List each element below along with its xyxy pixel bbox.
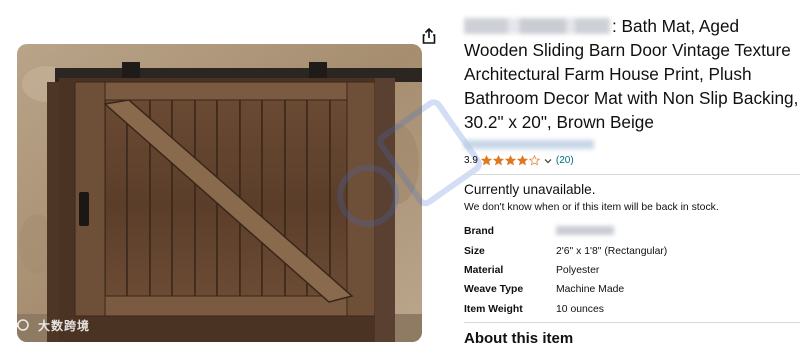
star-icon [516, 155, 528, 166]
spec-value: Polyester [556, 264, 600, 276]
rating-row: 3.9 (20) [464, 155, 800, 166]
image-panel: 大数跨境 [0, 0, 446, 342]
about-heading: About this item [464, 330, 574, 347]
availability-note: We don't know when or if this item will … [464, 202, 719, 213]
spec-key: Material [464, 264, 504, 276]
product-specs-table: Brand Size 2'6" x 1'8" (Rectangular) Mat… [464, 222, 800, 319]
spec-value: 2'6" x 1'8" (Rectangular) [556, 245, 668, 257]
star-icon [480, 155, 492, 166]
chevron-down-icon[interactable] [543, 156, 553, 166]
brand-name-redacted [464, 18, 610, 34]
store-link-redacted[interactable] [464, 140, 594, 149]
product-details: : Bath Mat, Aged Wooden Sliding Barn Doo… [464, 14, 800, 166]
availability-section: Currently unavailable. We don't know whe… [464, 181, 800, 213]
spec-row-material: Material Polyester [464, 261, 800, 280]
availability-status: Currently unavailable. [464, 182, 596, 197]
spec-row-size: Size 2'6" x 1'8" (Rectangular) [464, 241, 800, 260]
product-image[interactable] [17, 44, 422, 342]
spec-key: Item Weight [464, 303, 523, 315]
watermark-logo: 大数跨境 [6, 314, 90, 336]
divider [464, 322, 800, 323]
share-button[interactable] [418, 24, 440, 48]
spec-value: 10 ounces [556, 303, 604, 315]
star-icon [528, 155, 540, 166]
divider [464, 174, 800, 175]
spec-row-weave-type: Weave Type Machine Made [464, 280, 800, 299]
product-title[interactable]: : Bath Mat, Aged Wooden Sliding Barn Doo… [464, 14, 800, 134]
barn-door-illustration [17, 44, 422, 342]
spec-key: Brand [464, 226, 495, 238]
rating-value: 3.9 [464, 155, 478, 166]
spec-value: Machine Made [556, 284, 625, 296]
star-icon [492, 155, 504, 166]
spec-value [556, 225, 800, 238]
spec-row-item-weight: Item Weight 10 ounces [464, 300, 800, 319]
watermark-text: 大数跨境 [38, 318, 91, 333]
star-icon [504, 155, 516, 166]
rating-stars[interactable] [480, 155, 540, 166]
review-count-link[interactable]: (20) [556, 155, 574, 166]
share-icon [422, 28, 436, 44]
spec-key: Weave Type [464, 284, 524, 296]
brand-value-redacted [556, 225, 614, 235]
spec-row-brand: Brand [464, 222, 800, 241]
spec-key: Size [464, 245, 485, 257]
watermark-logo-icon [6, 319, 29, 331]
